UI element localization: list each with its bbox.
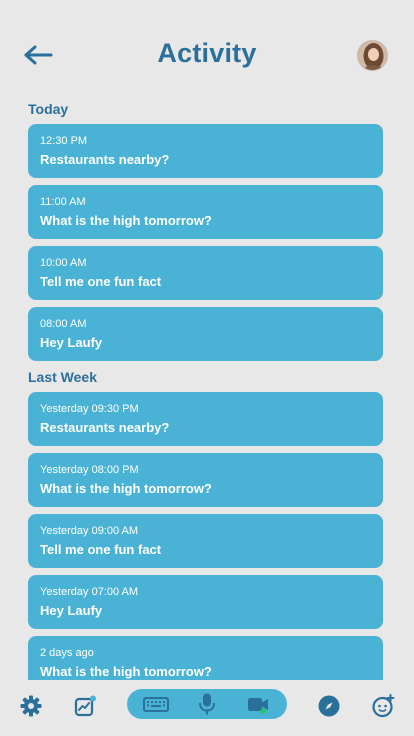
keyboard-button[interactable]: [143, 692, 169, 716]
activity-screen: Activity Today 12:30 PM Restaurants near…: [0, 0, 414, 736]
activity-card[interactable]: Yesterday 08:00 PM What is the high tomo…: [28, 453, 383, 507]
activity-time: 10:00 AM: [40, 257, 87, 269]
activity-list[interactable]: Today 12:30 PM Restaurants nearby? 11:00…: [0, 96, 414, 680]
activity-query: Restaurants nearby?: [40, 420, 170, 435]
activity-time: 08:00 AM: [40, 318, 87, 330]
activity-card[interactable]: Yesterday 07:00 AM Hey Laufy: [28, 575, 383, 629]
activity-card[interactable]: Yesterday 09:30 PM Restaurants nearby?: [28, 392, 383, 446]
microphone-button[interactable]: [195, 692, 219, 716]
activity-time: Yesterday 09:30 PM: [40, 403, 139, 415]
chart-icon: [74, 695, 96, 717]
face-plus-icon: [372, 694, 395, 718]
activity-query: Tell me one fun fact: [40, 542, 162, 557]
activity-card[interactable]: 11:00 AM What is the high tomorrow?: [28, 185, 383, 239]
compass-icon: [318, 695, 340, 717]
activity-chart-button[interactable]: [73, 694, 97, 718]
video-camera-icon: [248, 698, 268, 714]
activity-card[interactable]: 2 days ago What is the high tomorrow?: [28, 636, 383, 680]
gear-icon: [20, 695, 42, 717]
activity-card[interactable]: 10:00 AM Tell me one fun fact: [28, 246, 383, 300]
add-profile-button[interactable]: [371, 694, 395, 718]
activity-time: Yesterday 07:00 AM: [40, 586, 139, 598]
activity-query: Hey Laufy: [40, 603, 103, 618]
activity-time: 11:00 AM: [40, 196, 86, 208]
activity-query: What is the high tomorrow?: [40, 213, 212, 228]
activity-card[interactable]: Yesterday 09:00 AM Tell me one fun fact: [28, 514, 383, 568]
activity-card[interactable]: 12:30 PM Restaurants nearby?: [28, 124, 383, 178]
activity-time: 2 days ago: [40, 647, 94, 659]
section-label-today: Today: [28, 101, 69, 117]
activity-card[interactable]: 08:00 AM Hey Laufy: [28, 307, 383, 361]
activity-time: 12:30 PM: [40, 135, 88, 147]
section-label-last-week: Last Week: [28, 369, 97, 385]
avatar[interactable]: [357, 40, 388, 71]
activity-query: Tell me one fun fact: [40, 274, 162, 289]
bottom-toolbar: [0, 680, 414, 736]
video-button[interactable]: [246, 692, 270, 716]
activity-time: Yesterday 08:00 PM: [40, 464, 139, 476]
keyboard-icon: [143, 697, 169, 712]
activity-query: Restaurants nearby?: [40, 152, 170, 167]
page-title: Activity: [157, 38, 257, 68]
activity-query: What is the high tomorrow?: [40, 664, 212, 679]
activity-query: What is the high tomorrow?: [40, 481, 212, 496]
explore-button[interactable]: [317, 694, 341, 718]
settings-button[interactable]: [19, 694, 43, 718]
activity-time: Yesterday 09:00 AM: [40, 525, 139, 537]
input-mode-switcher: [127, 689, 287, 719]
activity-query: Hey Laufy: [40, 335, 103, 350]
microphone-icon: [199, 693, 215, 715]
